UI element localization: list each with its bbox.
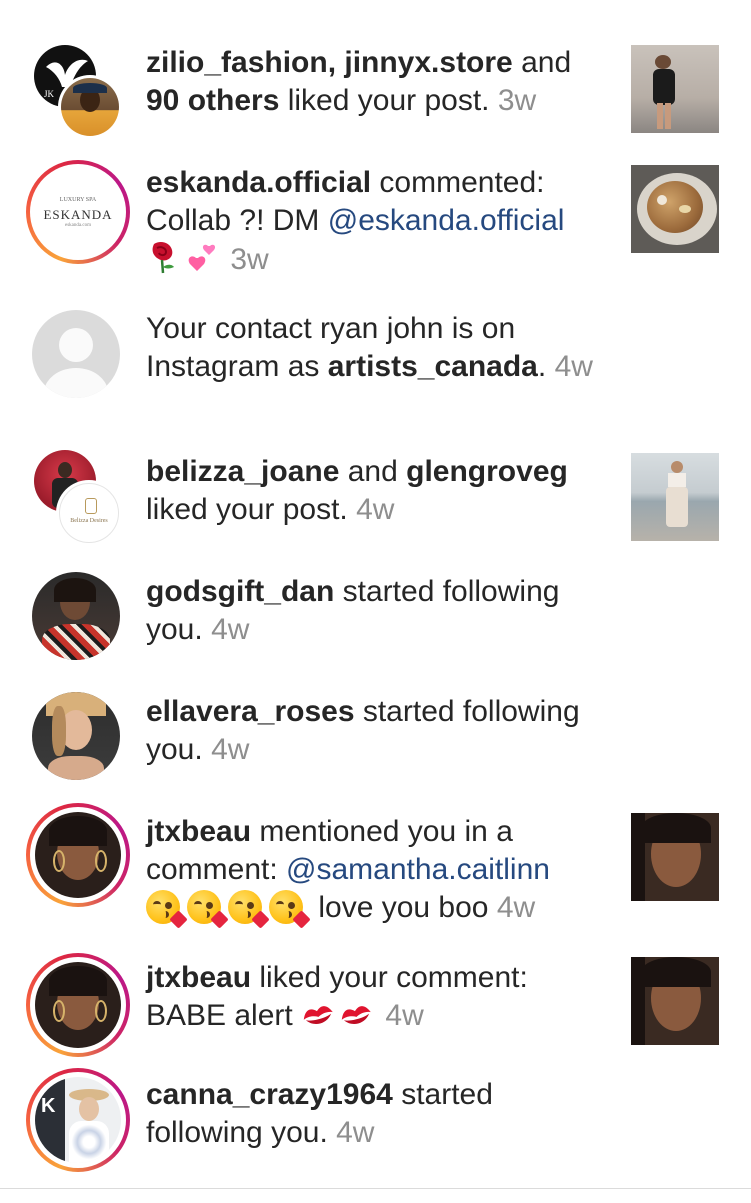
timestamp: 3w <box>497 84 537 117</box>
action-text: you. <box>146 613 203 646</box>
username[interactable]: belizza_joane <box>146 455 339 488</box>
username[interactable]: jtxbeau <box>146 961 251 994</box>
avatar-person-icon <box>32 572 120 660</box>
notification-row[interactable]: Belizza Desires belizza_joane and glengr… <box>0 445 751 555</box>
contact-text: Instagram as <box>146 350 328 383</box>
notification-text: ellavera_roses started following you. 4w <box>146 693 646 769</box>
avatar-person-icon <box>58 75 122 139</box>
timestamp: 4w <box>211 613 250 646</box>
avatar[interactable]: LUXURY SPA ESKANDA eskanda.com <box>26 160 130 264</box>
default-person-icon <box>32 310 120 398</box>
kissing-face-icon <box>269 890 311 929</box>
avatar[interactable]: K <box>26 1068 130 1172</box>
notification-text: jtxbeau liked your comment: BABE alert 4… <box>146 959 616 1035</box>
action-text: you. <box>146 733 203 766</box>
stacked-avatars[interactable]: JK <box>26 45 130 149</box>
comment-text: comment: <box>146 853 287 886</box>
notification-row[interactable]: Your contact ryan john is on Instagram a… <box>0 300 751 410</box>
avatar-person-icon <box>35 812 121 898</box>
notification-row[interactable]: LUXURY SPA ESKANDA eskanda.com eskanda.o… <box>0 160 751 290</box>
notification-text: belizza_joane and glengroveg liked your … <box>146 453 616 529</box>
action-text: liked your post. <box>146 493 348 526</box>
post-thumbnail[interactable] <box>631 813 719 901</box>
mention-link[interactable]: @samantha.caitlinn <box>286 853 550 886</box>
username[interactable]: zilio_fashion <box>146 46 328 79</box>
notification-row[interactable]: godsgift_dan started following you. 4w <box>0 565 751 675</box>
notification-text: canna_crazy1964 started following you. 4… <box>146 1076 616 1152</box>
notification-row[interactable]: jtxbeau liked your comment: BABE alert 4… <box>0 953 751 1063</box>
connector-text: and <box>512 46 572 79</box>
eskanda-logo-icon: LUXURY SPA ESKANDA eskanda.com <box>35 169 121 255</box>
notification-text: jtxbeau mentioned you in a comment: @sam… <box>146 813 616 929</box>
username[interactable]: jinnyx.store <box>344 46 512 79</box>
notification-text: Your contact ryan john is on Instagram a… <box>146 312 593 383</box>
list-divider <box>0 1188 751 1189</box>
avatar[interactable] <box>26 803 130 907</box>
kiss-mark-icon <box>339 1000 373 1030</box>
username[interactable]: canna_crazy1964 <box>146 1078 393 1111</box>
kissing-face-icon <box>187 890 229 929</box>
timestamp: 4w <box>211 733 250 766</box>
comment-text: Collab ?! DM <box>146 204 328 237</box>
timestamp: 4w <box>554 350 593 383</box>
kiss-mark-icon <box>301 1000 335 1030</box>
action-text: started <box>392 1078 493 1111</box>
avatar[interactable] <box>26 308 130 412</box>
comment-text: love you boo <box>318 891 489 924</box>
two-hearts-icon <box>184 240 218 271</box>
action-text: liked your post. <box>279 84 490 117</box>
others-count[interactable]: 90 others <box>146 84 279 117</box>
post-thumbnail[interactable] <box>631 165 719 253</box>
username[interactable]: eskanda.official <box>146 166 371 199</box>
action-text: mentioned you in a <box>251 815 513 848</box>
username[interactable]: jtxbeau <box>146 815 251 848</box>
avatar[interactable] <box>26 570 130 674</box>
svg-text:JK: JK <box>44 89 55 99</box>
username[interactable]: glengroveg <box>406 455 568 488</box>
comment-text: BABE alert <box>146 999 293 1032</box>
notification-row[interactable]: K canna_crazy1964 started following you.… <box>0 1068 751 1183</box>
mention-link[interactable]: @eskanda.official <box>328 204 565 237</box>
notification-row[interactable]: JK zilio_fashion, jinnyx.store and 90 ot… <box>0 40 751 150</box>
rose-icon <box>146 240 180 274</box>
username[interactable]: ellavera_roses <box>146 695 355 728</box>
post-thumbnail[interactable] <box>631 453 719 541</box>
kissing-face-icon <box>228 890 270 929</box>
username[interactable]: artists_canada <box>328 350 538 383</box>
notification-row[interactable]: ellavera_roses started following you. 4w <box>0 685 751 795</box>
notification-row[interactable]: jtxbeau mentioned you in a comment: @sam… <box>0 803 751 943</box>
timestamp: 4w <box>496 891 536 924</box>
connector-text: and <box>339 455 407 488</box>
action-text: commented: <box>371 166 545 199</box>
action-text: liked your comment: <box>251 961 528 994</box>
stacked-avatars[interactable]: Belizza Desires <box>26 450 130 554</box>
kissing-face-icon <box>146 890 188 929</box>
notification-text: godsgift_dan started following you. 4w <box>146 573 646 649</box>
belizza-logo-icon: Belizza Desires <box>56 480 122 546</box>
timestamp: 4w <box>356 493 395 526</box>
action-text: started following <box>354 695 580 728</box>
notification-text: eskanda.official commented: Collab ?! DM… <box>146 164 616 279</box>
timestamp: 3w <box>230 243 269 276</box>
timestamp: 4w <box>385 999 424 1032</box>
avatar[interactable] <box>26 953 130 1057</box>
notification-text: zilio_fashion, jinnyx.store and 90 other… <box>146 44 616 120</box>
avatar-person-icon <box>35 962 121 1048</box>
contact-text: Your contact ryan john is on <box>146 312 516 345</box>
action-text: started following <box>334 575 560 608</box>
separator: , <box>327 46 345 79</box>
avatar[interactable] <box>26 690 130 794</box>
post-thumbnail[interactable] <box>631 45 719 133</box>
timestamp: 4w <box>336 1116 375 1149</box>
username[interactable]: godsgift_dan <box>146 575 334 608</box>
avatar-person-icon <box>32 692 120 780</box>
action-text: following you. <box>146 1116 328 1149</box>
post-thumbnail[interactable] <box>631 957 719 1045</box>
avatar-person-icon: K <box>35 1077 121 1163</box>
